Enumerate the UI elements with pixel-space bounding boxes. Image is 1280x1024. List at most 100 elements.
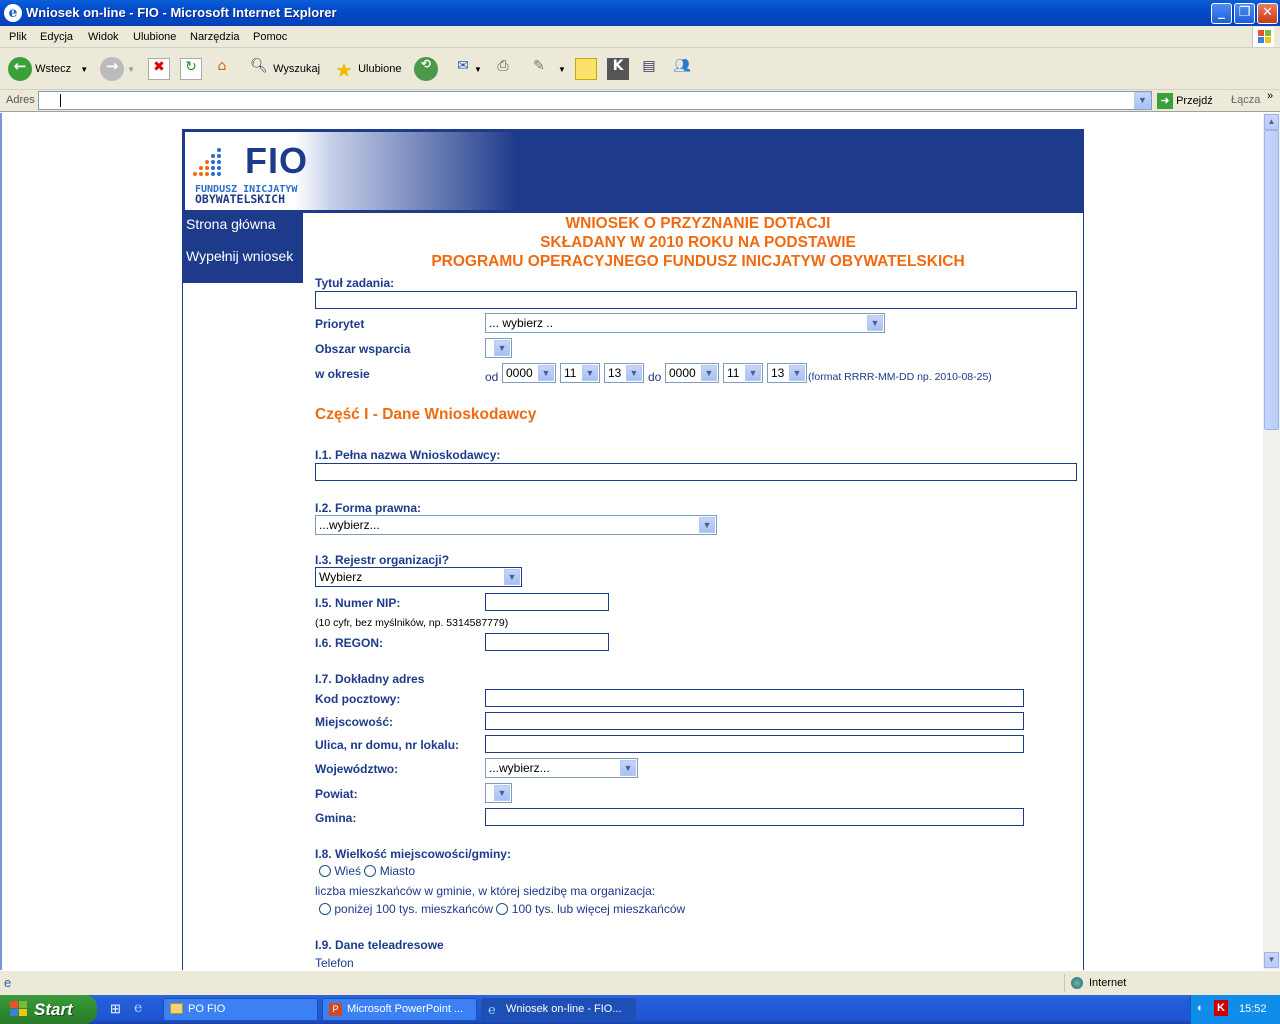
start-button[interactable]: Start xyxy=(0,995,97,1024)
menu-narzedzia[interactable]: Narzędzia xyxy=(190,31,240,43)
pop-large-radio[interactable] xyxy=(496,903,509,915)
nip-input[interactable] xyxy=(485,593,609,611)
ie-quicklaunch-icon[interactable]: e xyxy=(134,1000,142,1016)
taskbar: Start ⊞ e PO FIO P Microsoft PowerPoint … xyxy=(0,995,1280,1024)
ie-icon: e xyxy=(488,1003,496,1018)
street-input[interactable] xyxy=(485,735,1024,753)
menu-pomoc[interactable]: Pomoc xyxy=(253,31,287,43)
nav-apply-link[interactable]: Wypełnij wniosek xyxy=(186,248,293,264)
edit-dropdown-icon: ▼ xyxy=(558,65,566,74)
go-button[interactable]: ➜ Przejdź xyxy=(1157,92,1217,110)
task-title-input[interactable] xyxy=(315,291,1077,309)
status-bar: e Internet xyxy=(0,970,1280,995)
chevron-down-icon: ▼ xyxy=(504,569,520,585)
favorites-button[interactable]: ★ Ulubione xyxy=(333,56,401,82)
window-title: Wniosek on-line - FIO - Microsoft Intern… xyxy=(26,5,337,20)
commune-label: Gmina: xyxy=(315,811,357,825)
commune-input[interactable] xyxy=(485,808,1024,826)
priority-label: Priorytet xyxy=(315,317,365,331)
chevron-down-icon: ▼ xyxy=(699,517,715,533)
chevron-down-icon: ▼ xyxy=(582,365,598,381)
page-status-icon: e xyxy=(4,975,12,990)
population-question: liczba mieszkańców w gminie, w której si… xyxy=(315,884,656,898)
regon-input[interactable] xyxy=(485,633,609,651)
stop-button[interactable]: ✖ xyxy=(148,56,170,82)
task-ie-wniosek[interactable]: e Wniosek on-line - FIO... xyxy=(481,998,636,1021)
menu-edycja[interactable]: Edycja xyxy=(40,31,73,43)
voivodeship-select[interactable]: ...wybierz... ▼ xyxy=(485,758,638,778)
mail-icon: ✉ xyxy=(457,58,469,75)
task-po-fio[interactable]: PO FIO xyxy=(163,998,318,1021)
back-dropdown-icon[interactable]: ▼ xyxy=(80,65,88,74)
menu-plik[interactable]: Plik xyxy=(9,31,27,43)
district-select[interactable]: ▼ xyxy=(485,783,512,803)
menu-widok[interactable]: Widok xyxy=(88,31,119,43)
network-icon[interactable]: ◐ xyxy=(1197,1002,1204,1014)
heading-line1: WNIOSEK O PRZYZNANIE DOTACJI xyxy=(565,215,831,232)
from-year-select[interactable]: 0000 ▼ xyxy=(502,363,556,383)
refresh-icon: ↻ xyxy=(180,58,202,81)
research-button[interactable]: ▤ xyxy=(638,56,660,82)
from-month-select[interactable]: 11 ▼ xyxy=(560,363,600,383)
pop-small-radio[interactable] xyxy=(319,903,331,915)
task-po-fio-label: PO FIO xyxy=(188,1003,226,1015)
left-nav: Strona główna Wypełnij wniosek xyxy=(183,213,303,283)
full-name-input[interactable] xyxy=(315,463,1077,481)
home-button[interactable]: ⌂ xyxy=(211,56,233,82)
favorites-label: Ulubione xyxy=(358,63,402,75)
print-button[interactable]: ⎙ xyxy=(492,56,514,82)
antivirus-icon[interactable]: K xyxy=(1214,1000,1228,1016)
priority-select[interactable]: ... wybierz .. ▼ xyxy=(485,313,885,333)
logo-text: FIO xyxy=(245,140,308,181)
history-icon: ⟲ xyxy=(414,57,438,82)
refresh-button[interactable]: ↻ xyxy=(180,56,202,82)
postal-code-input[interactable] xyxy=(485,689,1024,707)
legal-form-select[interactable]: ...wybierz... ▼ xyxy=(315,515,717,535)
from-day-select[interactable]: 13 ▼ xyxy=(604,363,644,383)
close-button[interactable]: ✕ xyxy=(1257,3,1278,24)
nav-home-link[interactable]: Strona główna xyxy=(186,216,276,232)
scroll-up-icon[interactable]: ▲ xyxy=(1264,114,1279,130)
system-tray: ◐ K 15:52 xyxy=(1190,995,1280,1024)
mail-button[interactable]: ✉ ▼ xyxy=(452,56,482,82)
forward-button[interactable]: → ▼ xyxy=(100,56,135,82)
minimize-button[interactable]: _ xyxy=(1211,3,1232,24)
city-input[interactable] xyxy=(485,712,1024,730)
date-format-hint: (format RRRR-MM-DD np. 2010-08-25) xyxy=(808,371,992,383)
links-label[interactable]: Łącza xyxy=(1231,94,1260,106)
support-area-select[interactable]: ▼ xyxy=(485,338,512,358)
village-radio[interactable] xyxy=(319,865,331,877)
to-day-select[interactable]: 13 ▼ xyxy=(767,363,807,383)
address-input[interactable] xyxy=(38,91,1152,110)
star-icon: ★ xyxy=(335,58,353,83)
k-button[interactable]: K xyxy=(607,56,629,82)
heading-line3: PROGRAMU OPERACYJNEGO FUNDUSZ INICJATYW … xyxy=(431,253,965,270)
scroll-down-icon[interactable]: ▼ xyxy=(1264,952,1279,968)
menu-ulubione[interactable]: Ulubione xyxy=(133,31,176,43)
nip-hint: (10 cyfr, bez myślników, np. 5314587779) xyxy=(315,617,509,629)
maximize-button[interactable]: ❐ xyxy=(1234,3,1255,24)
from-label: od xyxy=(485,370,499,384)
show-desktop-icon[interactable]: ⊞ xyxy=(110,1001,121,1017)
phone-label: Telefon xyxy=(315,956,354,970)
task-powerpoint[interactable]: P Microsoft PowerPoint ... xyxy=(322,998,477,1021)
chevron-down-icon: ▼ xyxy=(626,365,642,381)
search-button[interactable]: 🔍︎ Wyszukaj xyxy=(248,56,320,82)
notes-button[interactable] xyxy=(575,56,597,82)
registry-select[interactable]: Wybierz ▼ xyxy=(315,567,522,587)
vertical-scrollbar[interactable]: ▲ ▼ xyxy=(1263,113,1280,970)
address-dropdown-icon[interactable]: ▼ xyxy=(1134,92,1151,109)
town-radio[interactable] xyxy=(364,865,377,877)
task-ie-label: Wniosek on-line - FIO... xyxy=(506,1003,622,1015)
scroll-thumb[interactable] xyxy=(1264,130,1279,430)
to-month-select[interactable]: 11 ▼ xyxy=(723,363,763,383)
messenger-button[interactable]: 👥︎ xyxy=(671,56,693,82)
chevron-down-icon: ▼ xyxy=(867,315,883,331)
windows-logo-icon xyxy=(1252,27,1274,47)
home-icon: ⌂ xyxy=(217,58,227,75)
back-button[interactable]: ← Wstecz ▼ xyxy=(8,56,88,82)
history-button[interactable]: ⟲ xyxy=(414,56,438,82)
links-chevron-icon[interactable]: » xyxy=(1267,90,1273,102)
to-year-select[interactable]: 0000 ▼ xyxy=(665,363,719,383)
edit-button[interactable]: ✎ ▼ xyxy=(528,56,566,82)
